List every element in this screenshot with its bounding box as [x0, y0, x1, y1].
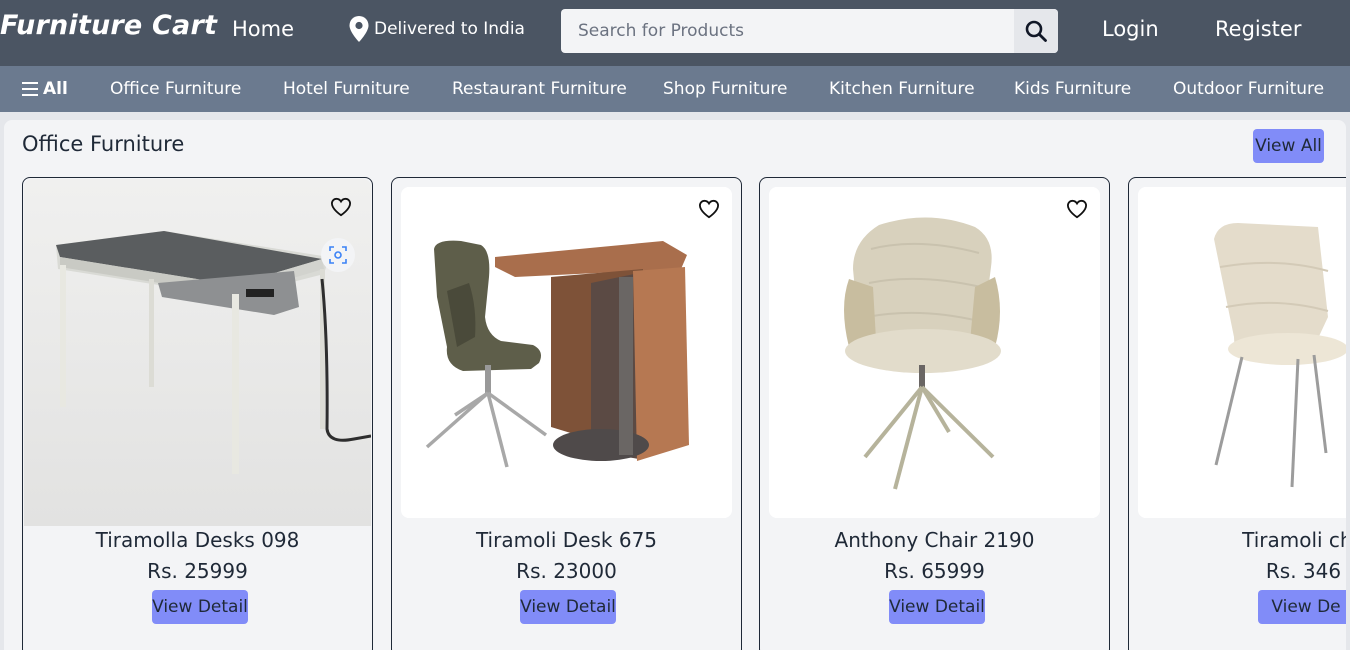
product-price: Rs. 23000 [516, 559, 617, 583]
category-hotel-furniture[interactable]: Hotel Furniture [283, 79, 410, 99]
product-name: Tiramolla Desks 098 [95, 528, 300, 552]
product-price: Rs. 65999 [884, 559, 985, 583]
office-furniture-section: Office Furniture View All Tiramolla Desk… [4, 120, 1346, 650]
section-title: Office Furniture [22, 132, 185, 156]
product-image-desk-chair[interactable] [401, 187, 732, 518]
login-link[interactable]: Login [1102, 17, 1159, 41]
armchair-illustration [769, 187, 1100, 518]
product-price: Rs. 25999 [147, 559, 248, 583]
category-nav: All Office Furniture Hotel Furniture Res… [0, 66, 1350, 112]
product-name: Tiramoli Desk 675 [475, 528, 658, 552]
menu-icon [22, 82, 38, 96]
product-price: Rs. 346 [1265, 559, 1342, 583]
category-outdoor-furniture[interactable]: Outdoor Furniture [1173, 79, 1324, 99]
heart-icon[interactable] [1066, 199, 1088, 219]
desk-chair-illustration [401, 187, 732, 518]
search-icon [1025, 20, 1047, 42]
all-categories-button[interactable]: All [22, 79, 68, 99]
search-button[interactable] [1014, 9, 1058, 53]
top-header: Furniture Cart Home Delivered to India L… [0, 0, 1350, 66]
heart-icon[interactable] [698, 199, 720, 219]
product-image-desk[interactable] [24, 179, 371, 526]
view-detail-button[interactable]: View Detail [889, 590, 985, 624]
register-link[interactable]: Register [1215, 17, 1301, 41]
product-image-armchair[interactable] [769, 187, 1100, 518]
product-card[interactable]: Tiramolla Desks 098 Rs. 25999 View Detai… [22, 177, 373, 650]
view-all-button[interactable]: View All [1253, 129, 1324, 163]
all-label: All [43, 79, 68, 99]
search-bar [561, 9, 1058, 53]
visual-search-button[interactable] [321, 238, 355, 272]
desk-illustration [24, 179, 371, 526]
visual-search-icon [329, 246, 347, 264]
category-kitchen-furniture[interactable]: Kitchen Furniture [829, 79, 975, 99]
view-detail-button[interactable]: View Detail [152, 590, 248, 624]
category-office-furniture[interactable]: Office Furniture [110, 79, 241, 99]
search-input[interactable] [561, 9, 1014, 53]
product-image-chair[interactable] [1138, 187, 1346, 518]
delivery-label: Delivered to India [374, 19, 525, 39]
chair-illustration [1138, 187, 1346, 518]
view-detail-button[interactable]: View De [1258, 590, 1346, 624]
category-kids-furniture[interactable]: Kids Furniture [1014, 79, 1131, 99]
product-card[interactable]: Tiramoli Desk 675 Rs. 23000 View Detail [391, 177, 742, 650]
logo[interactable]: Furniture Cart [0, 10, 217, 41]
product-name: Tiramoli cha [1242, 528, 1346, 552]
heart-icon[interactable] [330, 197, 352, 217]
delivery-location[interactable]: Delivered to India [349, 16, 525, 42]
product-card[interactable]: Tiramoli cha Rs. 346 View De [1128, 177, 1346, 650]
map-pin-icon [349, 16, 369, 42]
product-card[interactable]: Anthony Chair 2190 Rs. 65999 View Detail [759, 177, 1110, 650]
category-shop-furniture[interactable]: Shop Furniture [663, 79, 788, 99]
category-restaurant-furniture[interactable]: Restaurant Furniture [452, 79, 627, 99]
home-link[interactable]: Home [232, 17, 294, 41]
view-detail-button[interactable]: View Detail [520, 590, 616, 624]
product-name: Anthony Chair 2190 [834, 528, 1035, 552]
